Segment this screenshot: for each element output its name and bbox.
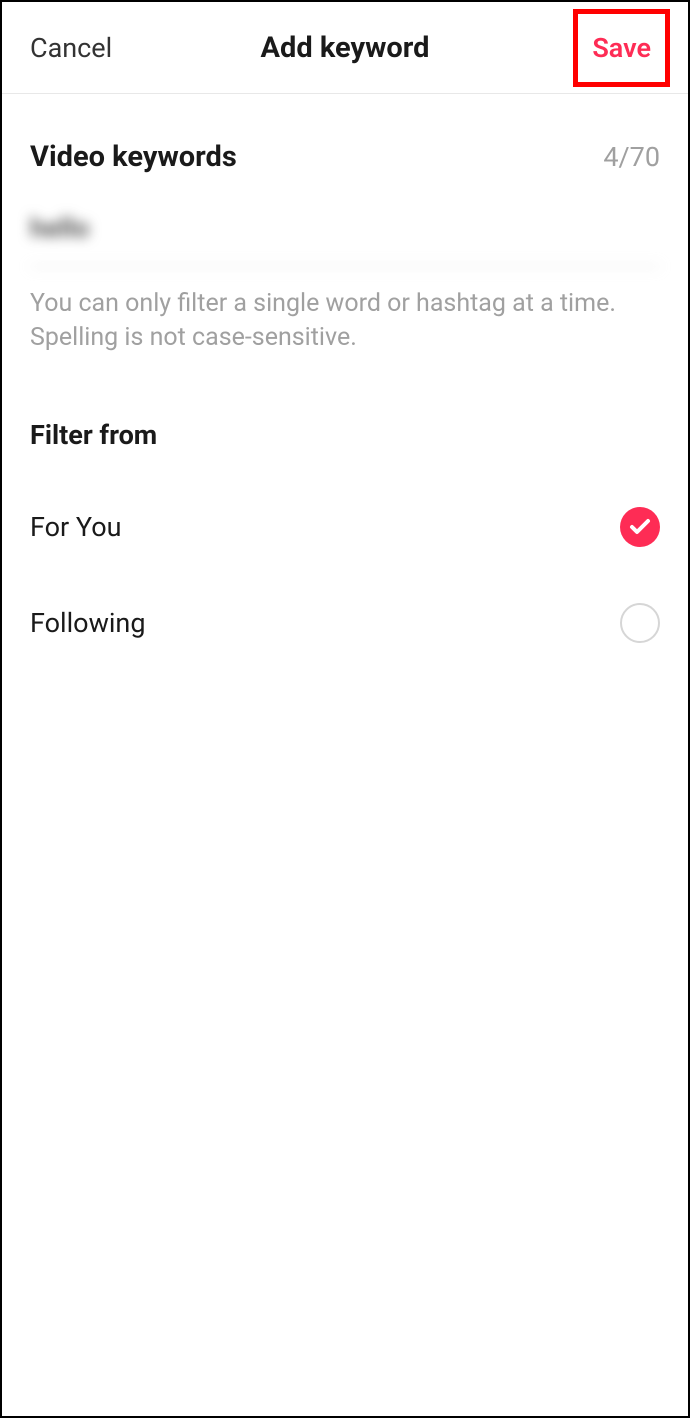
filter-option-for-you[interactable]: For You xyxy=(30,451,660,547)
save-highlight-box: Save xyxy=(573,9,670,87)
header-bar: Cancel Add keyword Save xyxy=(2,2,688,94)
radio-unchecked-icon xyxy=(620,603,660,643)
option-label: For You xyxy=(30,511,122,543)
keyword-helper-text: You can only filter a single word or has… xyxy=(30,267,660,355)
filter-from-title: Filter from xyxy=(30,355,660,451)
filter-option-following[interactable]: Following xyxy=(30,547,660,643)
video-keywords-title: Video keywords xyxy=(30,140,237,174)
video-keywords-header: Video keywords 4/70 xyxy=(30,94,660,174)
save-button[interactable]: Save xyxy=(592,32,651,64)
keyword-input[interactable]: hello xyxy=(30,174,660,267)
character-counter: 4/70 xyxy=(603,141,660,173)
content-area: Video keywords 4/70 hello You can only f… xyxy=(2,94,688,643)
cancel-button[interactable]: Cancel xyxy=(30,32,112,64)
checkmark-icon xyxy=(620,507,660,547)
option-label: Following xyxy=(30,607,146,639)
page-title: Add keyword xyxy=(261,31,430,65)
